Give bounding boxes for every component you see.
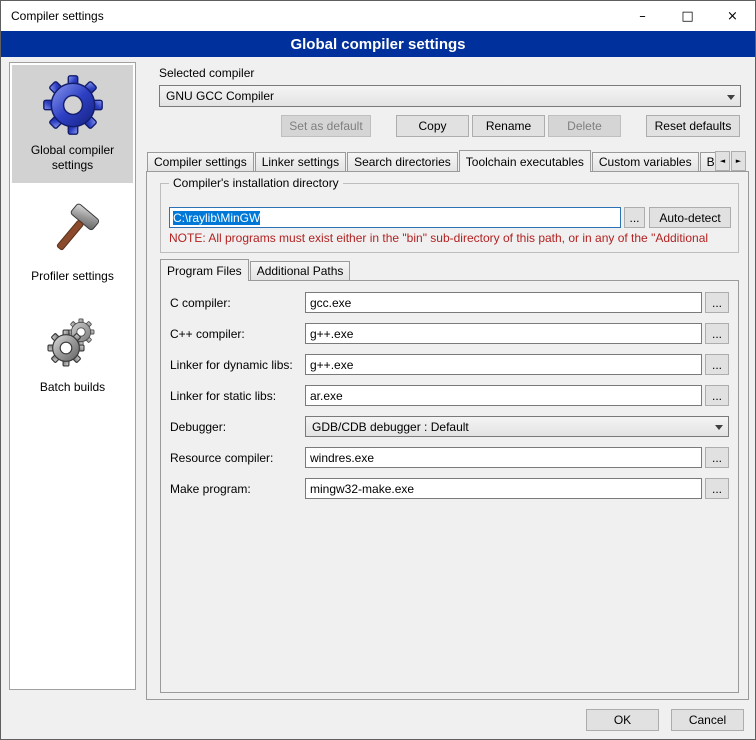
linker-for-static-libs-label: Linker for static libs: [170,389,305,403]
tab-custom-variables[interactable]: Custom variables [592,152,699,171]
ok-button[interactable]: OK [586,709,659,731]
field-row: Linker for dynamic libs:... [170,354,729,375]
directory-browse-button[interactable]: ... [624,207,645,228]
groupbox-title: Compiler's installation directory [169,176,343,190]
subtab-strip: Program FilesAdditional Paths [160,259,351,281]
c-compiler-browse-button[interactable]: ... [705,292,729,313]
field-row: Make program:... [170,478,729,499]
minimize-button[interactable]: – [620,1,665,31]
debugger-select[interactable]: GDB/CDB debugger : Default [305,416,729,437]
linker-for-static-libs-browse-button[interactable]: ... [705,385,729,406]
directory-note: NOTE: All programs must exist either in … [169,231,735,245]
blue-gear-icon [41,73,105,137]
selected-compiler-combobox[interactable]: GNU GCC Compiler [159,85,741,107]
sidebar-item-profiler-settings[interactable]: Profiler settings [12,191,133,294]
sidebar-item-global-compiler-settings[interactable]: Global compiler settings [12,65,133,183]
make-program-input[interactable] [305,478,702,499]
tab-linker-settings[interactable]: Linker settings [255,152,346,171]
tab-strip: Compiler settingsLinker settingsSearch d… [147,150,715,172]
set-as-default-button: Set as default [281,115,371,137]
rename-button[interactable]: Rename [472,115,545,137]
linker-for-dynamic-libs-browse-button[interactable]: ... [705,354,729,375]
tab-search-directories[interactable]: Search directories [347,152,458,171]
debugger-label: Debugger: [170,420,305,434]
title-bar[interactable]: Compiler settings – □ × [1,1,755,31]
selected-compiler-label: Selected compiler [159,66,254,80]
linker-for-static-libs-input[interactable] [305,385,702,406]
auto-detect-button[interactable]: Auto-detect [649,207,731,228]
window-title: Compiler settings [1,9,104,23]
c-compiler-label: C++ compiler: [170,327,305,341]
installation-directory-input[interactable]: C:\raylib\MinGW [169,207,621,228]
resource-compiler-label: Resource compiler: [170,451,305,465]
tab-scroll-arrows: ◄ ► [714,151,746,171]
reset-defaults-button[interactable]: Reset defaults [646,115,740,137]
profiler-hammer-icon [41,199,105,263]
tab-scroll-left-icon[interactable]: ◄ [715,151,730,171]
make-program-browse-button[interactable]: ... [705,478,729,499]
copy-button[interactable]: Copy [396,115,469,137]
tab-scroll-right-icon[interactable]: ► [731,151,746,171]
tab-compiler-settings[interactable]: Compiler settings [147,152,254,171]
tab-toolchain-executables[interactable]: Toolchain executables [459,150,591,172]
field-row: Debugger: GDB/CDB debugger : Default [170,416,729,437]
field-row: C++ compiler:... [170,323,729,344]
selected-text: C:\raylib\MinGW [173,211,260,225]
sidebar-item-batch-builds[interactable]: Batch builds [12,302,133,405]
subtab-additional-paths[interactable]: Additional Paths [250,261,351,280]
resource-compiler-browse-button[interactable]: ... [705,447,729,468]
compiler-buttons: Set as default CopyRenameDelete Reset defa… [281,115,740,137]
make-program-label: Make program: [170,482,305,496]
toolchain-executables-panel: Compiler's installation directory C:\ray… [146,171,749,700]
field-row: C compiler:... [170,292,729,313]
sidebar-item-label: Batch builds [40,380,105,395]
debugger-value: GDB/CDB debugger : Default [312,420,710,434]
delete-button: Delete [548,115,621,137]
compiler-settings-dialog: Compiler settings – □ × Global compiler … [0,0,756,740]
sidebar-item-label: Profiler settings [31,269,114,284]
program-files-panel: C compiler:...C++ compiler:...Linker for… [160,280,739,693]
field-row: Linker for static libs:... [170,385,729,406]
linker-for-dynamic-libs-label: Linker for dynamic libs: [170,358,305,372]
c-compiler-browse-button[interactable]: ... [705,323,729,344]
c-compiler-input[interactable] [305,292,702,313]
resource-compiler-input[interactable] [305,447,702,468]
selected-compiler-value: GNU GCC Compiler [166,89,722,103]
dialog-content: Global compiler settings Profiler settin… [1,57,755,739]
settings-sidebar: Global compiler settings Profiler settin… [9,62,136,690]
field-row: Resource compiler:... [170,447,729,468]
tab-buil[interactable]: Buil [700,152,715,171]
chevron-down-icon [710,417,728,436]
sidebar-item-label: Global compiler settings [14,143,131,173]
cancel-button[interactable]: Cancel [671,709,744,731]
maximize-button[interactable]: □ [665,1,710,31]
chevron-down-icon [722,86,740,106]
close-button[interactable]: × [710,1,755,31]
c-compiler-label: C compiler: [170,296,305,310]
dialog-header: Global compiler settings [1,31,755,57]
subtab-program-files[interactable]: Program Files [160,259,249,281]
c-compiler-input[interactable] [305,323,702,344]
toolchain-fields: C compiler:...C++ compiler:...Linker for… [161,281,738,499]
batch-gears-icon [41,310,105,374]
caption-buttons: – □ × [620,1,755,31]
linker-for-dynamic-libs-input[interactable] [305,354,702,375]
